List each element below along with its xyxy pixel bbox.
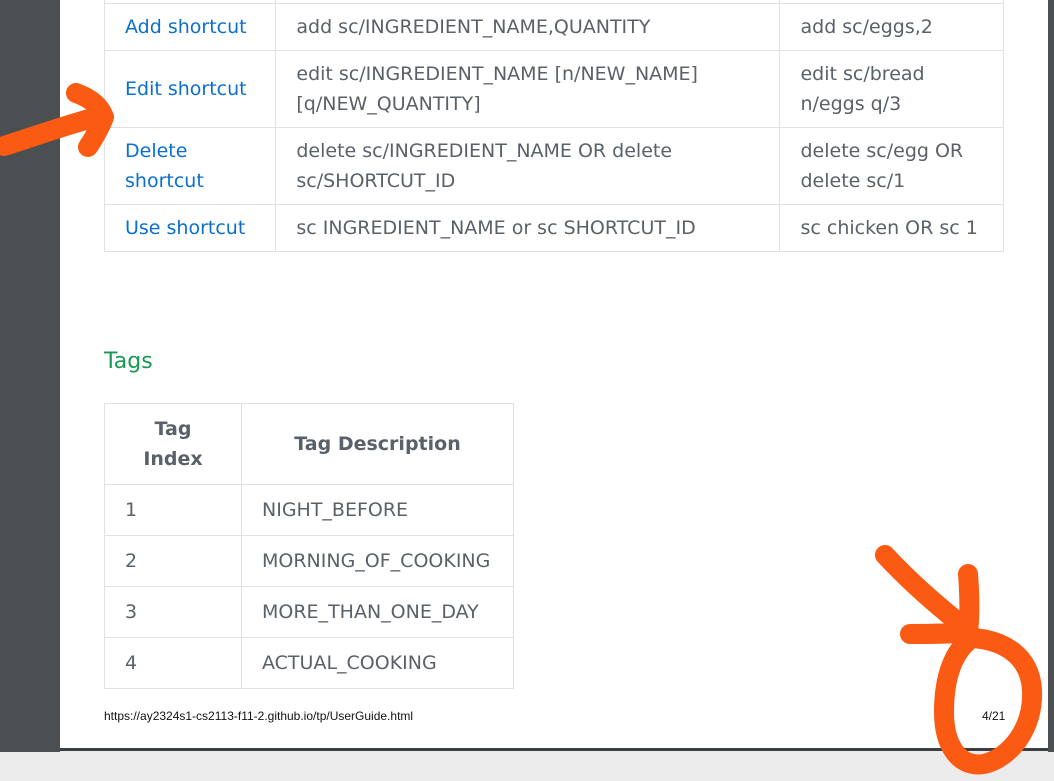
table-header-row: Tag Index Tag Description	[104, 403, 514, 485]
table-cell-format: edit sc/INGREDIENT_NAME [n/NEW_NAME] [q/…	[275, 50, 781, 128]
tag-index-cell: 3	[104, 586, 242, 638]
table-cell-example: edit sc/bread n/eggs q/3	[779, 50, 1004, 128]
table-cell-example: add sc/eggs,2	[779, 3, 1004, 51]
tag-description-cell: MORNING_OF_COOKING	[241, 535, 514, 587]
use-shortcut-link[interactable]: Use shortcut	[103, 204, 277, 252]
tag-description-cell: MORE_THAN_ONE_DAY	[241, 586, 514, 638]
column-header-tag-description: Tag Description	[241, 403, 514, 485]
table-row: Add shortcut add sc/INGREDIENT_NAME,QUAN…	[103, 3, 1004, 51]
document-page: shortcuts Add shortcut add sc/INGREDIENT…	[60, 0, 1048, 748]
table-row: 4 ACTUAL_COOKING	[104, 637, 514, 689]
footer-page-number: 4/21	[982, 709, 1006, 723]
tag-index-cell: 1	[104, 484, 242, 536]
table-row: 1 NIGHT_BEFORE	[104, 484, 514, 536]
table-row: 3 MORE_THAN_ONE_DAY	[104, 586, 514, 638]
add-shortcut-link[interactable]: Add shortcut	[103, 3, 277, 51]
tag-description-cell: NIGHT_BEFORE	[241, 484, 514, 536]
shortcut-commands-table: shortcuts Add shortcut add sc/INGREDIENT…	[103, 0, 1004, 252]
delete-shortcut-link[interactable]: Delete shortcut	[103, 127, 277, 205]
table-row: Delete shortcut delete sc/INGREDIENT_NAM…	[103, 127, 1004, 205]
viewer-right-gutter	[1048, 0, 1054, 752]
tag-index-cell: 2	[104, 535, 242, 587]
table-cell-format: sc INGREDIENT_NAME or sc SHORTCUT_ID	[275, 204, 781, 252]
table-cell-format: delete sc/INGREDIENT_NAME OR delete sc/S…	[275, 127, 781, 205]
viewer-left-gutter	[0, 0, 60, 752]
footer-url: https://ay2324s1-cs2113-f11-2.github.io/…	[104, 709, 414, 723]
table-row: 2 MORNING_OF_COOKING	[104, 535, 514, 587]
tags-heading: Tags	[104, 349, 153, 374]
edit-shortcut-link[interactable]: Edit shortcut	[103, 50, 277, 128]
tags-table: Tag Index Tag Description 1 NIGHT_BEFORE…	[104, 403, 514, 689]
table-row: Edit shortcut edit sc/INGREDIENT_NAME [n…	[103, 50, 1004, 128]
table-cell-format: add sc/INGREDIENT_NAME,QUANTITY	[275, 3, 781, 51]
table-row: Use shortcut sc INGREDIENT_NAME or sc SH…	[103, 204, 1004, 252]
column-header-tag-index: Tag Index	[104, 403, 242, 485]
tag-index-cell: 4	[104, 637, 242, 689]
table-cell-action[interactable]: shortcuts	[103, 0, 277, 4]
tag-description-cell: ACTUAL_COOKING	[241, 637, 514, 689]
table-cell-example: delete sc/egg OR delete sc/1	[779, 127, 1004, 205]
table-cell-example: sc chicken OR sc 1	[779, 204, 1004, 252]
